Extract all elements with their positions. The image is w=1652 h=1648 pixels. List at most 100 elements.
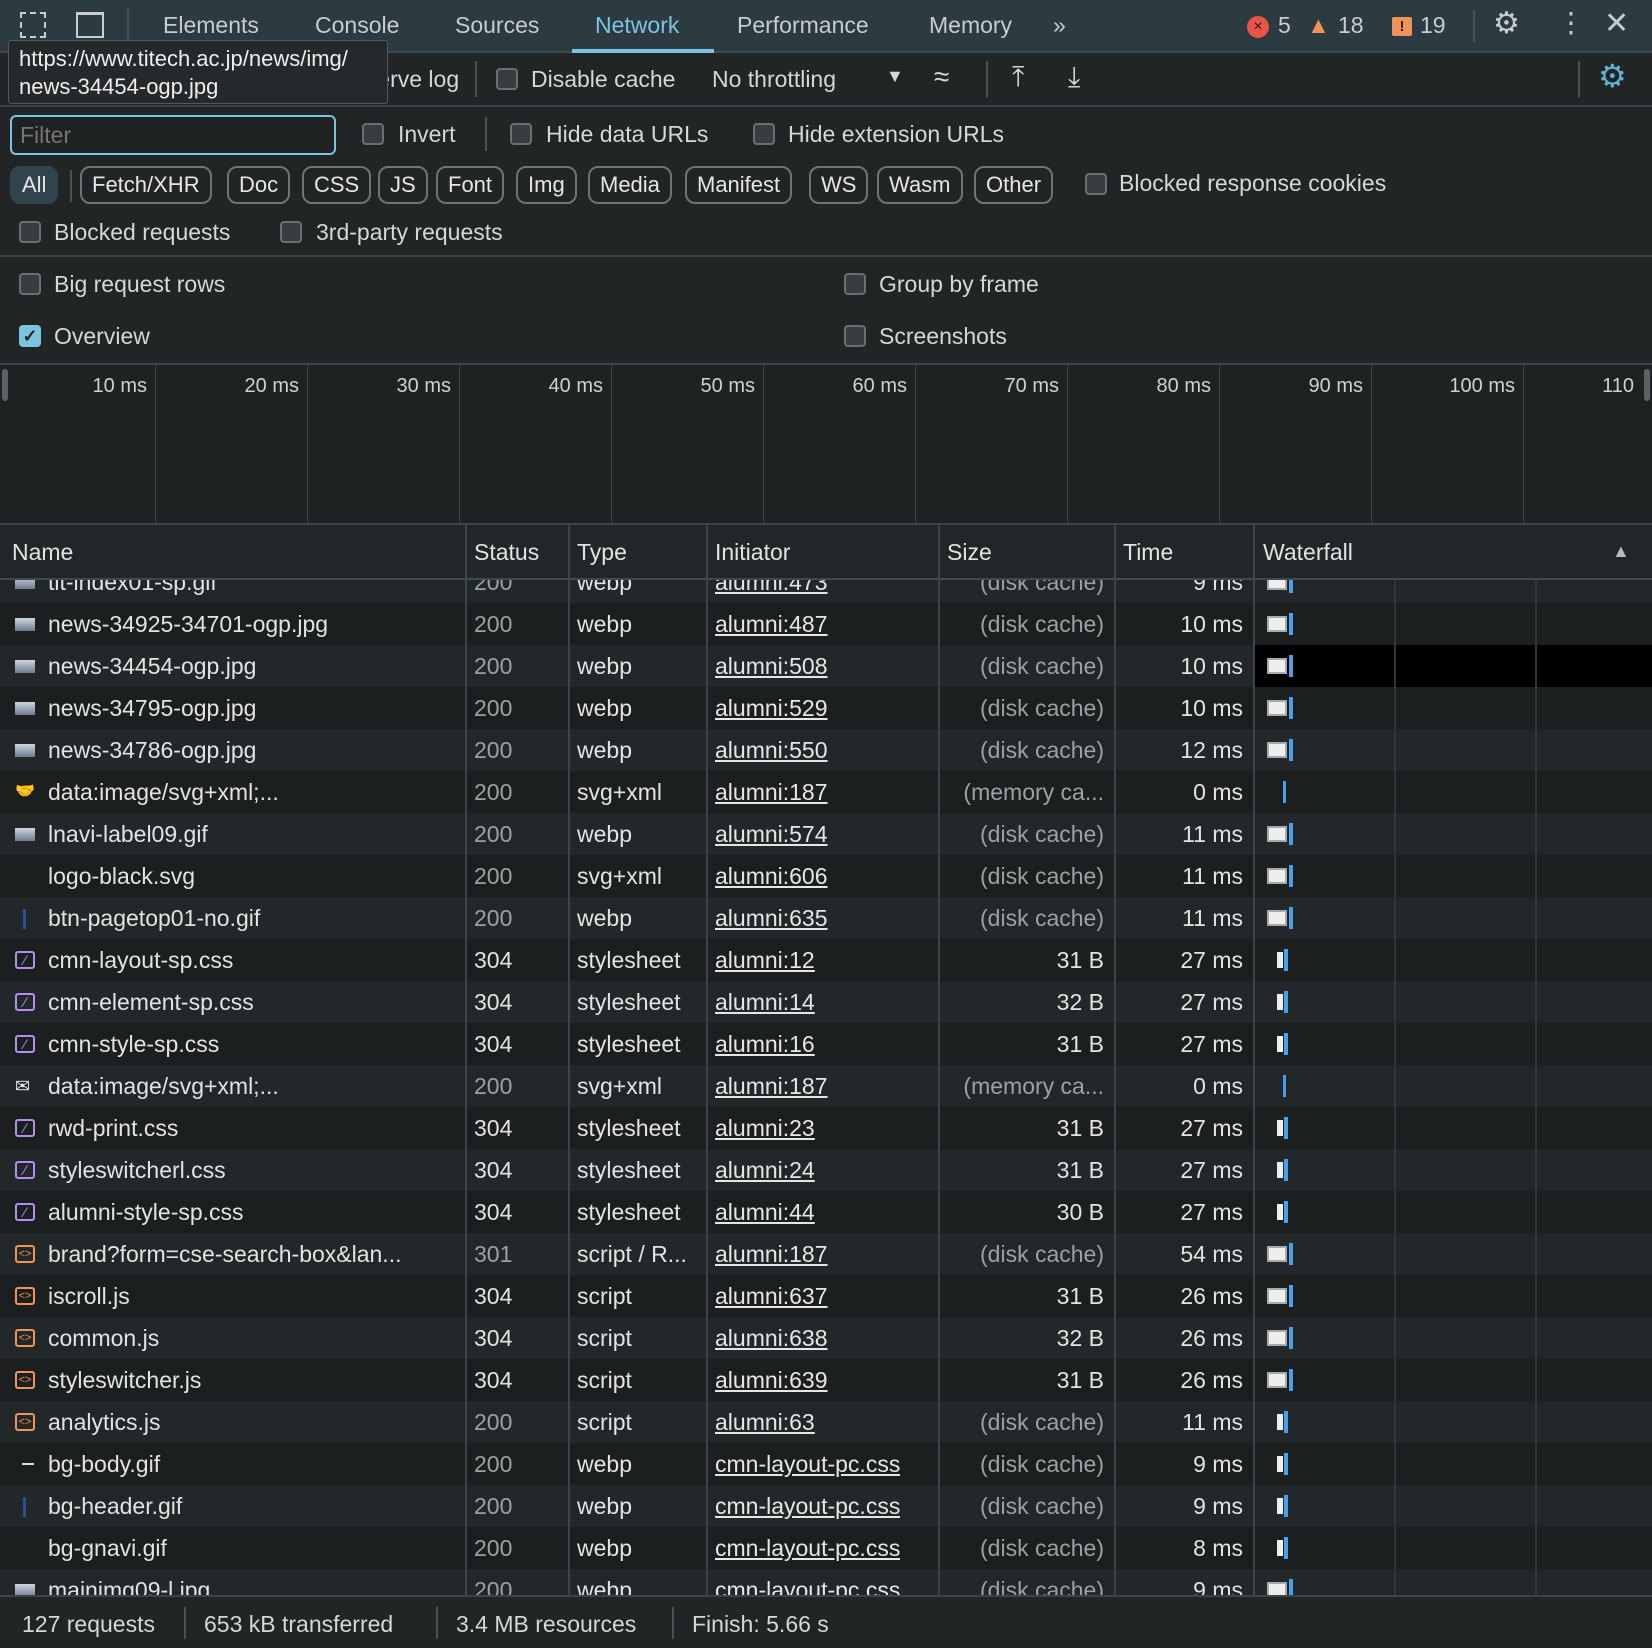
chevron-down-icon[interactable]: ▼	[886, 66, 904, 87]
third-party-checkbox[interactable]	[280, 221, 302, 243]
request-name[interactable]: mainimg09-l.jpg	[48, 1569, 458, 1595]
type-filter-fetchxhr[interactable]: Fetch/XHR	[80, 166, 212, 204]
request-name[interactable]: news-34786-ogp.jpg	[48, 729, 458, 771]
table-row[interactable]: logo-black.svg 200 svg+xml alumni:606 (disk …	[0, 855, 1652, 897]
type-filter-ws[interactable]: WS	[809, 166, 869, 204]
request-initiator-link[interactable]: alumni:638	[715, 1317, 828, 1359]
column-divider[interactable]	[938, 525, 940, 1595]
network-settings-gear-icon[interactable]: ⚙	[1598, 57, 1627, 95]
big-request-rows-checkbox[interactable]	[19, 273, 41, 295]
more-tabs-icon[interactable]: »	[1053, 12, 1066, 39]
request-initiator-link[interactable]: cmn-layout-pc.css	[715, 1569, 900, 1595]
column-header-name[interactable]: Name	[12, 539, 73, 566]
request-name[interactable]: news-34795-ogp.jpg	[48, 687, 458, 729]
export-har-icon[interactable]: ⤓	[1068, 61, 1080, 94]
request-name[interactable]: lnavi-label09.gif	[48, 813, 458, 855]
sort-ascending-icon[interactable]: ▲	[1612, 541, 1630, 562]
type-filter-manifest[interactable]: Manifest	[685, 166, 793, 204]
request-initiator-link[interactable]: alumni:574	[715, 813, 828, 855]
hide-extension-urls-checkbox[interactable]	[753, 123, 775, 145]
table-row[interactable]: mainimg09-l.jpg 200 webp cmn-layout-pc.css (…	[0, 1569, 1652, 1595]
request-initiator-link[interactable]: alumni:24	[715, 1149, 815, 1191]
request-name[interactable]: alumni-style-sp.css	[48, 1191, 458, 1233]
group-by-frame-checkbox[interactable]	[844, 273, 866, 295]
tab-elements[interactable]: Elements	[163, 12, 259, 39]
request-initiator-link[interactable]: alumni:16	[715, 1023, 815, 1065]
column-header-waterfall[interactable]: Waterfall	[1263, 539, 1353, 566]
table-row[interactable]: <> common.js 304 script alumni:638 32 B 26 ms	[0, 1317, 1652, 1359]
table-row[interactable]: ✉ data:image/svg+xml;... 200 svg+xml alumni:…	[0, 1065, 1652, 1107]
request-name[interactable]: logo-black.svg	[48, 855, 458, 897]
request-name[interactable]: common.js	[48, 1317, 458, 1359]
overview-checkbox[interactable]: ✓	[19, 325, 41, 347]
column-divider[interactable]	[1114, 525, 1116, 1595]
request-initiator-link[interactable]: alumni:187	[715, 771, 828, 813]
error-count[interactable]: 5	[1278, 12, 1291, 39]
request-list[interactable]: tit-index01-sp.gif 200 webp alumni:473 (disk…	[0, 580, 1652, 1595]
request-name[interactable]: analytics.js	[48, 1401, 458, 1443]
request-name[interactable]: news-34925-34701-ogp.jpg	[48, 603, 458, 645]
type-filter-css[interactable]: CSS	[302, 166, 372, 204]
tab-console[interactable]: Console	[315, 12, 399, 39]
table-row[interactable]: bg-header.gif 200 webp cmn-layout-pc.css (di…	[0, 1485, 1652, 1527]
request-name[interactable]: bg-body.gif	[48, 1443, 458, 1485]
table-row[interactable]: news-34795-ogp.jpg 200 webp alumni:529 (disk…	[0, 687, 1652, 729]
column-header-status[interactable]: Status	[474, 539, 539, 566]
request-initiator-link[interactable]: alumni:606	[715, 855, 828, 897]
issue-icon[interactable]: !	[1392, 17, 1412, 36]
request-initiator-link[interactable]: alumni:187	[715, 1233, 828, 1275]
table-row[interactable]: <> brand?form=cse-search-box&lan... 301 scr…	[0, 1233, 1652, 1275]
tab-sources[interactable]: Sources	[455, 12, 539, 39]
import-har-icon[interactable]: ⤒	[1012, 61, 1024, 94]
warning-count[interactable]: 18	[1338, 12, 1364, 39]
table-row[interactable]: news-34786-ogp.jpg 200 webp alumni:550 (disk…	[0, 729, 1652, 771]
throttling-select[interactable]: No throttling	[712, 66, 836, 93]
invert-checkbox[interactable]	[362, 123, 384, 145]
error-icon[interactable]: ×	[1247, 16, 1269, 38]
column-header-time[interactable]: Time	[1123, 539, 1173, 566]
table-row[interactable]: lnavi-label09.gif 200 webp alumni:574 (disk …	[0, 813, 1652, 855]
tab-memory[interactable]: Memory	[929, 12, 1012, 39]
type-filter-doc[interactable]: Doc	[227, 166, 291, 204]
tab-performance[interactable]: Performance	[737, 12, 869, 39]
request-initiator-link[interactable]: alumni:473	[715, 580, 828, 603]
screenshots-checkbox[interactable]	[844, 325, 866, 347]
column-header-type[interactable]: Type	[577, 539, 627, 566]
table-row[interactable]: ∕ cmn-layout-sp.css 304 stylesheet alumni:12…	[0, 939, 1652, 981]
overview-left-handle[interactable]	[2, 369, 8, 401]
table-row[interactable]: bg-gnavi.gif 200 webp cmn-layout-pc.css (dis…	[0, 1527, 1652, 1569]
request-name[interactable]: cmn-element-sp.css	[48, 981, 458, 1023]
request-initiator-link[interactable]: cmn-layout-pc.css	[715, 1443, 900, 1485]
request-initiator-link[interactable]: alumni:14	[715, 981, 815, 1023]
table-row[interactable]: <> analytics.js 200 script alumni:63 (disk ca…	[0, 1401, 1652, 1443]
table-row[interactable]: ∕ rwd-print.css 304 stylesheet alumni:23 31 B…	[0, 1107, 1652, 1149]
blocked-response-cookies-checkbox[interactable]	[1085, 173, 1107, 195]
type-filter-js[interactable]: JS	[378, 166, 428, 204]
network-conditions-icon[interactable]: ≈	[934, 61, 949, 93]
column-divider[interactable]	[706, 525, 708, 1595]
more-options-icon[interactable]: ⋮	[1557, 6, 1585, 39]
request-initiator-link[interactable]: cmn-layout-pc.css	[715, 1527, 900, 1569]
request-initiator-link[interactable]: alumni:529	[715, 687, 828, 729]
request-name[interactable]: news-34454-ogp.jpg	[48, 645, 458, 687]
request-initiator-link[interactable]: alumni:550	[715, 729, 828, 771]
type-filter-wasm[interactable]: Wasm	[877, 166, 963, 204]
hide-data-urls-checkbox[interactable]	[510, 123, 532, 145]
column-header-size[interactable]: Size	[947, 539, 992, 566]
request-initiator-link[interactable]: alumni:508	[715, 645, 828, 687]
table-row[interactable]: news-34454-ogp.jpg 200 webp alumni:508 (disk…	[0, 645, 1652, 687]
request-initiator-link[interactable]: alumni:12	[715, 939, 815, 981]
type-filter-img[interactable]: Img	[516, 166, 577, 204]
filter-input[interactable]	[10, 115, 336, 155]
table-row[interactable]: ∕ cmn-element-sp.css 304 stylesheet alumni:1…	[0, 981, 1652, 1023]
inspect-element-icon[interactable]	[20, 12, 46, 38]
close-icon[interactable]: ✕	[1604, 6, 1629, 41]
request-name[interactable]: cmn-style-sp.css	[48, 1023, 458, 1065]
type-filter-font[interactable]: Font	[436, 166, 505, 204]
request-name[interactable]: btn-pagetop01-no.gif	[48, 897, 458, 939]
device-toolbar-icon[interactable]	[76, 12, 104, 38]
table-row[interactable]: 🤝 data:image/svg+xml;... 200 svg+xml alumni:…	[0, 771, 1652, 813]
request-initiator-link[interactable]: alumni:187	[715, 1065, 828, 1107]
request-initiator-link[interactable]: alumni:487	[715, 603, 828, 645]
request-initiator-link[interactable]: alumni:639	[715, 1359, 828, 1401]
